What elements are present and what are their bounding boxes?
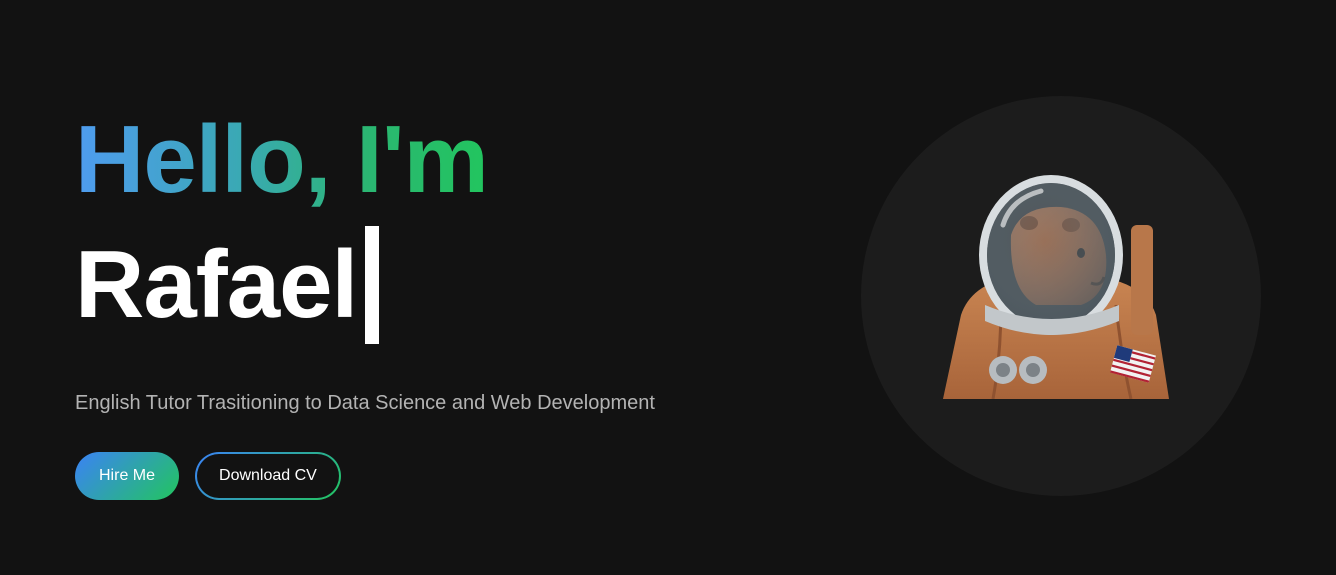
name-text: Rafael [75, 231, 358, 338]
download-cv-button[interactable]: Download CV [195, 452, 341, 500]
hire-me-button[interactable]: Hire Me [75, 452, 180, 500]
greeting-heading: Hello, I'm [75, 100, 489, 220]
hero-subtitle: English Tutor Trasitioning to Data Scien… [75, 392, 655, 414]
hero-section: Hello, I'm Rafael English Tutor Trasitio… [0, 0, 1336, 575]
capybara-astronaut-icon [943, 175, 1169, 399]
hero-buttons: Hire Me Download CV [75, 452, 775, 500]
typing-caret [365, 226, 380, 344]
hero-text: Hello, I'm Rafael English Tutor Trasitio… [75, 100, 775, 500]
name-heading: Rafael [75, 220, 775, 350]
download-cv-label: Download CV [197, 454, 339, 498]
